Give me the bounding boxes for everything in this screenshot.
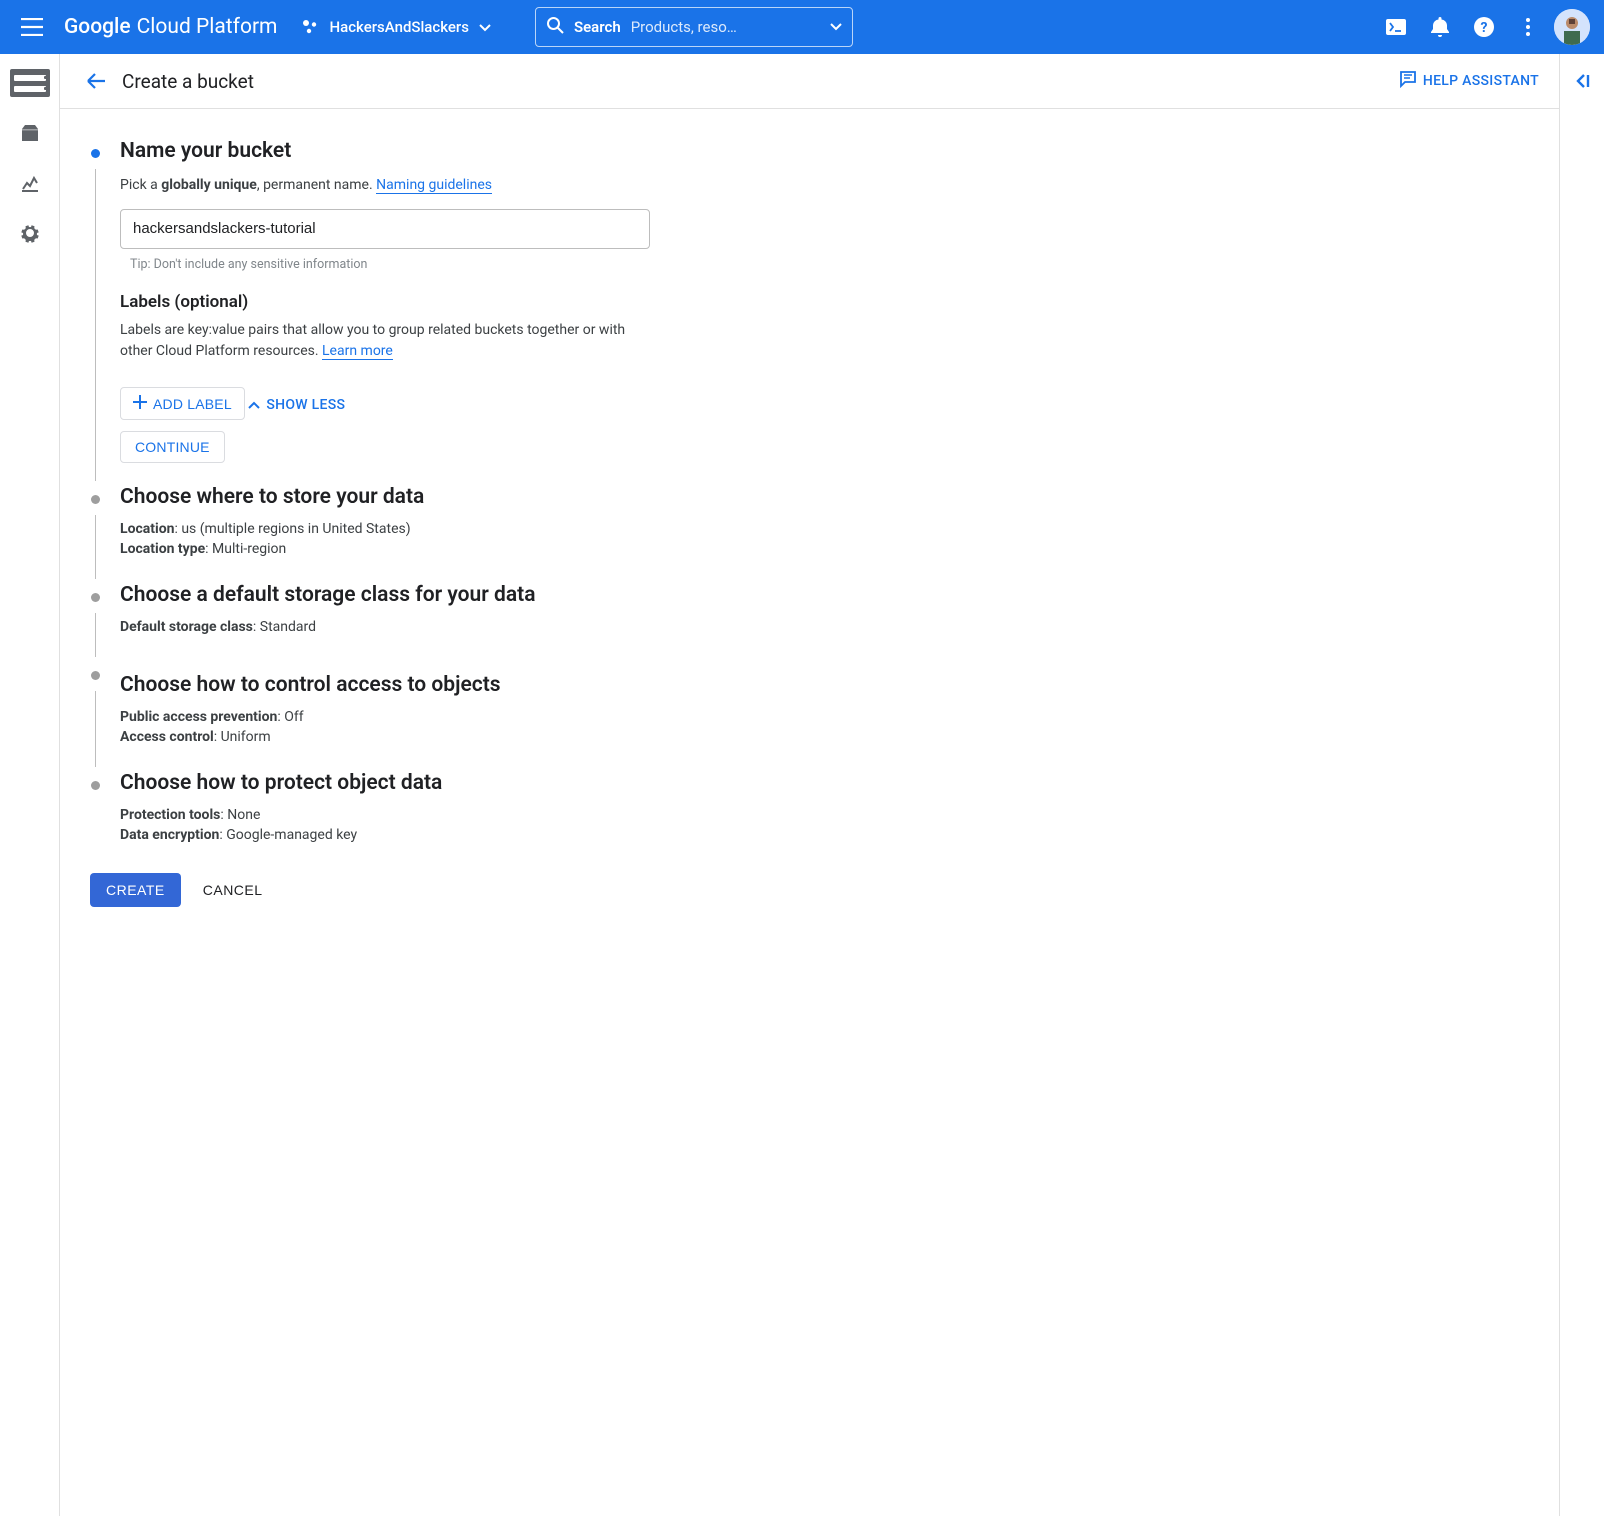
encryption-summary: Data encryption: Google-managed key [120,827,930,843]
logo-text: Cloud Platform [137,15,278,39]
right-panel-toggle[interactable] [1560,54,1604,1516]
labels-description: Labels are key:value pairs that allow yo… [120,320,660,363]
footer-actions: CREATE CANCEL [90,873,930,907]
chat-icon [1399,70,1417,92]
labels-learn-more-link[interactable]: Learn more [322,343,393,360]
nav-storage-icon[interactable] [9,62,51,104]
cancel-button[interactable]: CANCEL [203,882,263,898]
search-placeholder: Products, reso… [631,18,820,36]
step-dot-icon [91,671,100,680]
public-access-summary: Public access prevention: Off [120,709,930,725]
menu-icon[interactable] [12,7,52,47]
show-less-toggle[interactable]: SHOW LESS [248,397,345,413]
project-picker[interactable]: HackersAndSlackers [293,18,498,36]
account-avatar[interactable] [1552,7,1592,47]
step-title[interactable]: Choose how to protect object data [120,771,930,795]
search-box[interactable]: Search Products, reso… [535,7,853,47]
labels-heading: Labels (optional) [120,292,930,312]
topbar-right: ? [1376,7,1592,47]
project-dots-icon [301,18,319,36]
location-type-summary: Location type: Multi-region [120,541,930,557]
chevron-down-icon [479,18,491,36]
gcp-logo[interactable]: Google Cloud Platform [64,15,277,39]
add-label-button[interactable]: ADD LABEL [120,387,245,420]
step-name-bucket: Name your bucket Pick a globally unique,… [90,139,930,475]
project-name: HackersAndSlackers [329,18,468,36]
step-title[interactable]: Choose where to store your data [120,485,930,509]
back-button[interactable] [76,61,116,101]
help-assistant-label: HELP ASSISTANT [1423,73,1539,89]
search-label: Search [574,18,621,36]
avatar-icon [1554,9,1590,45]
name-description: Pick a globally unique, permanent name. … [120,175,930,197]
step-access-control: Choose how to control access to objects … [90,661,930,761]
help-assistant-button[interactable]: HELP ASSISTANT [1399,70,1539,92]
logo-google: Google [64,15,131,39]
naming-guidelines-link[interactable]: Naming guidelines [376,177,492,194]
chevron-up-icon [248,397,260,413]
main-area: Create a bucket HELP ASSISTANT Name your… [59,54,1560,1516]
svg-text:?: ? [1481,20,1488,36]
plus-icon [133,395,147,412]
step-title[interactable]: Choose how to control access to objects [120,673,930,697]
page-header: Create a bucket HELP ASSISTANT [60,54,1559,109]
storage-class-summary: Default storage class: Standard [120,619,930,635]
help-icon[interactable]: ? [1464,7,1504,47]
step-dot-icon [91,781,100,790]
access-control-summary: Access control: Uniform [120,729,930,745]
more-icon[interactable] [1508,7,1548,47]
step-dot-icon [91,149,100,158]
show-less-label: SHOW LESS [266,397,345,413]
step-storage-class: Choose a default storage class for your … [90,583,930,651]
page-title: Create a bucket [122,70,254,93]
add-label-text: ADD LABEL [153,396,232,412]
nav-settings-icon[interactable] [9,212,51,254]
step-dot-icon [91,495,100,504]
chevron-down-icon [830,19,842,35]
continue-button[interactable]: CONTINUE [120,431,225,463]
name-tip: Tip: Don't include any sensitive informa… [130,257,930,272]
step-dot-icon [91,593,100,602]
search-icon [546,16,564,38]
create-button[interactable]: CREATE [90,873,181,907]
location-summary: Location: us (multiple regions in United… [120,521,930,537]
cloud-shell-icon[interactable] [1376,7,1416,47]
notifications-icon[interactable] [1420,7,1460,47]
step-protect: Choose how to protect object data Protec… [90,771,930,859]
step-title: Name your bucket [120,139,930,163]
nav-monitoring-icon[interactable] [9,162,51,204]
top-app-bar: Google Cloud Platform HackersAndSlackers… [0,0,1604,54]
step-location: Choose where to store your data Location… [90,485,930,573]
left-nav [0,54,59,1516]
step-title[interactable]: Choose a default storage class for your … [120,583,930,607]
protection-summary: Protection tools: None [120,807,930,823]
bucket-name-input[interactable] [120,209,650,249]
nav-browser-icon[interactable] [9,112,51,154]
